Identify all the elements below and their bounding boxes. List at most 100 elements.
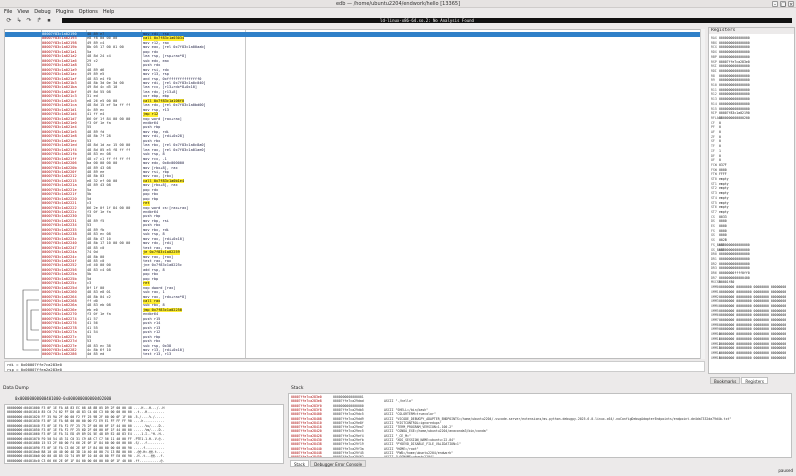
register-row[interactable]: ST1 empty <box>711 182 729 186</box>
disasm-row[interactable]: 00007f83c1a02286 4d 85 ed test r13, r13 <box>5 352 704 357</box>
register-row[interactable]: MXCSR00001f80 <box>711 280 734 284</box>
register-row[interactable]: DS 0000 <box>711 219 727 223</box>
tab-bookmarks[interactable]: Bookmarks <box>710 377 741 384</box>
register-row[interactable]: RBX 0000000000000000 <box>711 41 750 45</box>
register-row[interactable]: RIP 00007f83c1a02190 <box>711 111 750 115</box>
register-row[interactable]: PF 0 <box>711 125 721 129</box>
data-dump-view[interactable]: 00000000:00401000 F3 0F 1E FA 48 83 EC 0… <box>4 404 284 464</box>
register-row[interactable]: XMM1100000000 00000000 00000000 00000000 <box>711 337 786 341</box>
register-row[interactable]: XMM500000000 00000000 00000000 00000000 <box>711 309 786 313</box>
register-value: 00000000 00000000 00000000 00000000 <box>719 341 787 346</box>
register-row[interactable]: XMM1200000000 00000000 00000000 00000000 <box>711 342 786 346</box>
menu-options[interactable]: Options <box>79 9 98 15</box>
step-over-icon[interactable]: ↷ <box>25 17 33 25</box>
register-row[interactable]: DR2 0000000000000000 <box>711 262 750 266</box>
register-name: DF <box>711 153 715 158</box>
register-row[interactable]: AF 0 <box>711 130 721 134</box>
register-row[interactable]: XMM1400000000 00000000 00000000 00000000 <box>711 351 786 355</box>
register-row[interactable]: RAX 0000000000000000 <box>711 36 750 40</box>
register-row[interactable]: FSW 0000 <box>711 168 727 172</box>
stack-row[interactable]: 00007ffe7ca28450 00007ffe7ca29f62 ASCII "L… <box>289 455 791 457</box>
register-row[interactable]: R8 0000000000000000 <box>711 74 750 78</box>
register-row[interactable]: XMM1000000000 00000000 00000000 00000000 <box>711 332 786 336</box>
tab-stack[interactable]: Stack <box>290 460 310 467</box>
register-row[interactable]: XMM100000000 00000000 00000000 00000000 <box>711 290 786 294</box>
register-row[interactable]: ZF 0 <box>711 135 721 139</box>
register-row[interactable]: R10 0000000000000000 <box>711 83 750 87</box>
register-row[interactable]: XMM900000000 00000000 00000000 00000000 <box>711 327 786 331</box>
register-row[interactable]: FS_BASE0000000000000000 <box>711 243 750 247</box>
register-row[interactable]: DF 0 <box>711 154 721 158</box>
register-row[interactable]: R15 0000000000000000 <box>711 107 750 111</box>
register-row[interactable]: ST7 empty <box>711 210 729 214</box>
step-out-icon[interactable]: ↱ <box>35 17 43 25</box>
register-row[interactable]: DR7 0000000000000400 <box>711 276 750 280</box>
register-row[interactable]: DR1 0000000000000000 <box>711 257 750 261</box>
stop-icon[interactable]: ⏹ <box>45 17 53 25</box>
register-row[interactable]: FS 0000 <box>711 229 727 233</box>
register-row[interactable]: XMM200000000 00000000 00000000 00000000 <box>711 295 786 299</box>
close-button[interactable]: × <box>788 1 794 8</box>
register-row[interactable]: RSI 0000000000000000 <box>711 64 750 68</box>
maximize-button[interactable]: □ <box>780 1 786 8</box>
register-row[interactable]: R14 0000000000000000 <box>711 102 750 106</box>
disassembly-view[interactable]: 00007f83c1a02190 48 89 e7 mov rdi, rsp 0000… <box>4 29 705 359</box>
tab-debugger-error-console[interactable]: Debugger Error Console <box>310 460 367 467</box>
menu-view[interactable]: View <box>17 9 29 15</box>
dump-row[interactable]: 00000000:004010c0 C3 66 66 2E 0F 1F 84 0… <box>7 459 164 463</box>
register-row[interactable]: ST6 empty <box>711 205 729 209</box>
register-row[interactable]: ST0 empty <box>711 177 729 181</box>
menu-file[interactable]: File <box>4 9 12 15</box>
register-row[interactable]: XMM800000000 00000000 00000000 00000000 <box>711 323 786 327</box>
register-row[interactable]: R12 0000000000000000 <box>711 92 750 96</box>
menu-help[interactable]: Help <box>103 9 114 15</box>
step-into-icon[interactable]: ↳ <box>15 17 23 25</box>
menu-plugins[interactable]: Plugins <box>56 9 74 15</box>
register-row[interactable]: GS 0000 <box>711 233 727 237</box>
register-row[interactable]: DR0 0000000000000000 <box>711 252 750 256</box>
register-value: FFFF <box>719 172 727 177</box>
register-row[interactable]: ST3 empty <box>711 191 729 195</box>
register-row[interactable]: CS 0033 <box>711 215 727 219</box>
stack-view[interactable]: 00007ffe7ca283e0 0000000000000001 00007ffe… <box>288 393 792 458</box>
disassembly-scrollbar[interactable] <box>700 29 705 359</box>
register-row[interactable]: DR6 00000000ffff0ff0 <box>711 271 750 275</box>
register-row[interactable]: XMM1500000000 00000000 00000000 00000000 <box>711 356 786 360</box>
register-row[interactable]: OF 0 <box>711 158 721 162</box>
register-row[interactable]: GS_BASE0000000000000000 <box>711 248 750 252</box>
register-row[interactable]: XMM1300000000 00000000 00000000 00000000 <box>711 346 786 350</box>
tab-registers[interactable]: Registers <box>741 377 768 384</box>
register-row[interactable]: R11 0000000000000000 <box>711 88 750 92</box>
register-row[interactable]: XMM600000000 00000000 00000000 00000000 <box>711 313 786 317</box>
menu-debug[interactable]: Debug <box>34 9 50 15</box>
register-row[interactable]: XMM300000000 00000000 00000000 00000000 <box>711 299 786 303</box>
register-row[interactable]: ST2 empty <box>711 186 729 190</box>
register-row[interactable]: FCW 037F <box>711 163 727 167</box>
register-row[interactable]: SS 002B <box>711 238 727 242</box>
register-row[interactable]: CF 0 <box>711 121 721 125</box>
register-row[interactable]: ES 0000 <box>711 224 727 228</box>
register-row[interactable]: R13 0000000000000000 <box>711 97 750 101</box>
register-row[interactable]: RSP 00007ffe7ca283e0 <box>711 60 750 64</box>
register-row[interactable]: ST4 empty <box>711 196 729 200</box>
register-value: 00000000 00000000 00000000 00000000 <box>719 322 787 327</box>
register-row[interactable]: SF 0 <box>711 139 721 143</box>
register-row[interactable]: DR3 0000000000000000 <box>711 266 750 270</box>
minimize-button[interactable]: – <box>772 1 778 8</box>
register-row[interactable]: TF 0 <box>711 144 721 148</box>
register-row[interactable]: RBP 0000000000000000 <box>711 55 750 59</box>
register-row[interactable]: XMM000000000 00000000 00000000 00000000 <box>711 285 786 289</box>
register-name: XMM12 <box>711 341 721 346</box>
run-icon[interactable]: ⟳ <box>5 17 13 25</box>
register-row[interactable]: RDX 0000000000000000 <box>711 50 750 54</box>
register-row[interactable]: XMM400000000 00000000 00000000 00000000 <box>711 304 786 308</box>
register-row[interactable]: RCX 0000000000000000 <box>711 45 750 49</box>
register-row[interactable]: ST5 empty <box>711 201 729 205</box>
register-row[interactable]: R9 0000000000000000 <box>711 78 750 82</box>
register-row[interactable]: FTW FFFF <box>711 172 727 176</box>
register-row[interactable]: XMM700000000 00000000 00000000 00000000 <box>711 318 786 322</box>
register-value: 0 <box>719 144 721 149</box>
register-row[interactable]: RDI 0000000000000000 <box>711 69 750 73</box>
register-row[interactable]: RFLAGS0000000000000200 <box>711 116 750 120</box>
register-row[interactable]: IF 1 <box>711 149 721 153</box>
